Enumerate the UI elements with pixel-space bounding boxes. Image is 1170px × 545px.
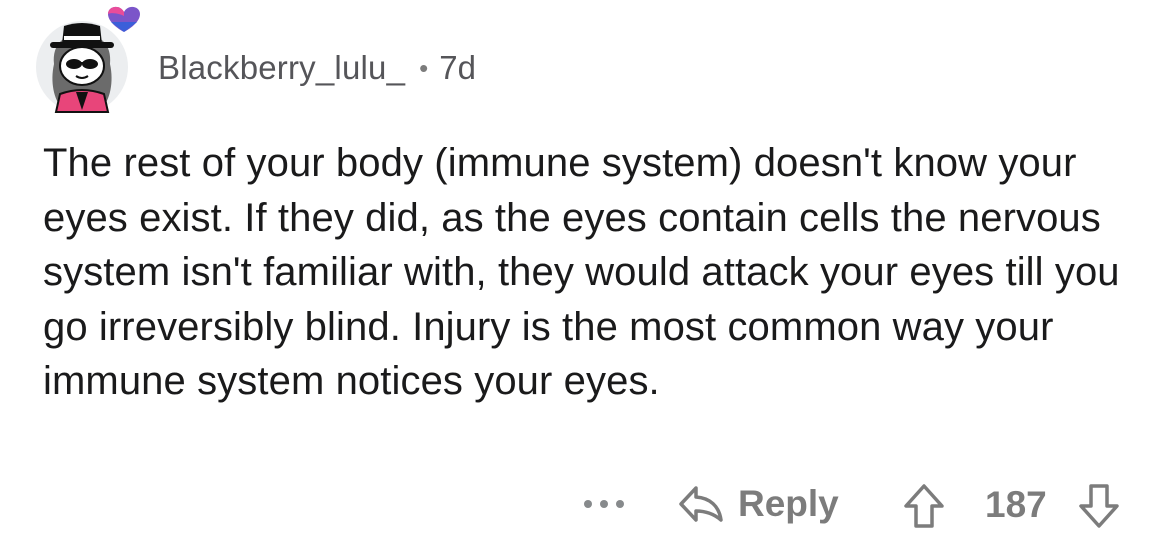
separator-dot: • [419,52,429,83]
upvote-arrow-icon[interactable] [900,482,948,530]
comment-age: 7d [439,49,476,86]
username-link[interactable]: Blackberry_lulu_ [158,49,405,87]
reply-label: Reply [738,483,839,524]
comment-body: The rest of your body (immune system) do… [43,141,1120,403]
avatar[interactable] [36,4,146,116]
more-options-dot [616,500,624,508]
more-options-dot [600,500,608,508]
downvote-arrow-icon[interactable] [1075,482,1123,530]
comment-actions: Reply 187 [0,472,1170,536]
heart-icon [108,6,140,33]
more-options-button[interactable] [584,496,624,512]
snoo-avatar-icon [36,6,140,113]
comment-header: Blackberry_lulu_ • 7d [158,44,476,92]
comment: Blackberry_lulu_ • 7d The rest of your b… [0,0,1170,545]
reply-button[interactable]: Reply [676,478,839,530]
reply-arrow-icon [679,486,723,522]
more-options-icon [584,500,592,508]
vote-score: 187 [985,484,1047,525]
